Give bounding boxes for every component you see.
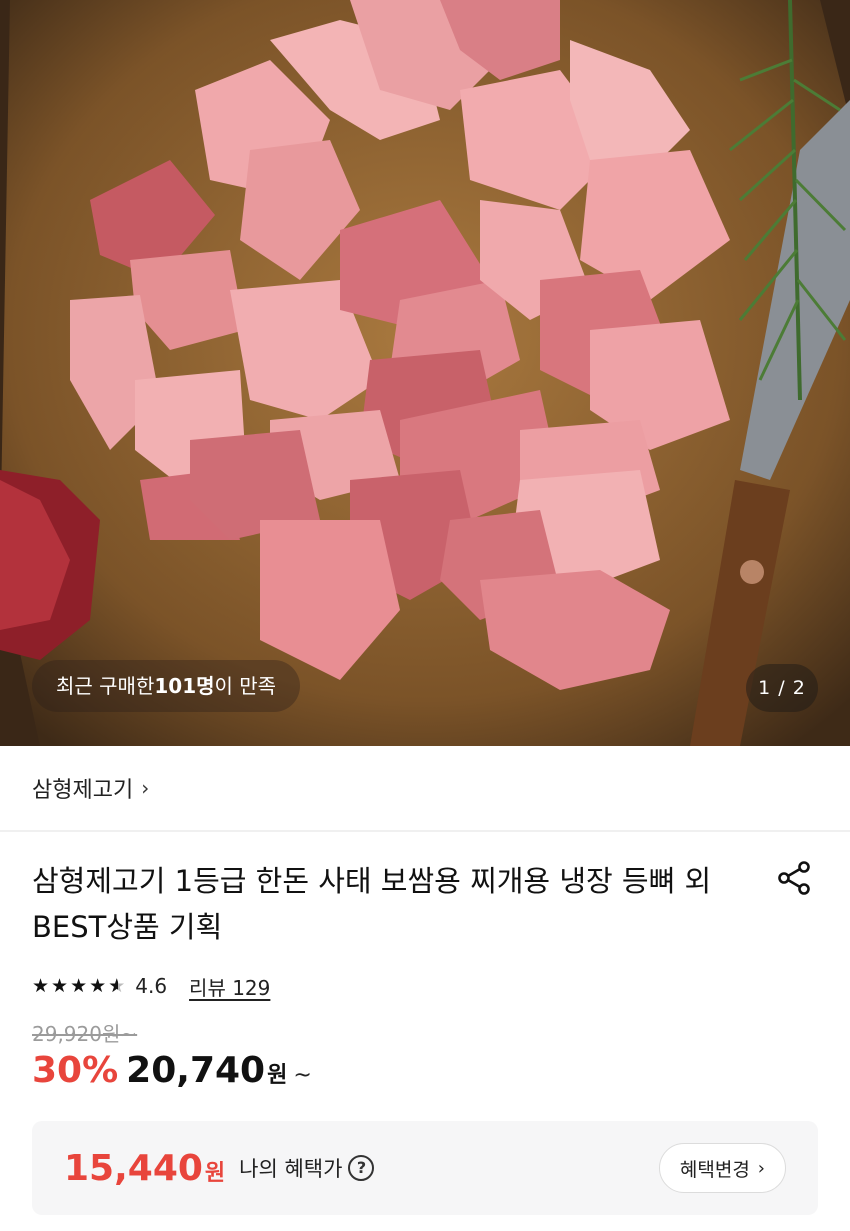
change-benefit-label: 혜택변경 xyxy=(679,1158,750,1181)
badge-prefix: 최근 구매한 xyxy=(56,674,155,698)
chevron-right-icon: › xyxy=(757,1157,765,1179)
image-page-indicator: 1 / 2 xyxy=(746,664,818,712)
half-star-icon: ★ xyxy=(108,975,125,997)
review-count-link[interactable]: 리뷰 129 xyxy=(189,972,270,1001)
product-image[interactable]: 최근 구매한 101명 이 만족 1 / 2 xyxy=(0,0,850,746)
meat-photo xyxy=(0,0,850,746)
benefit-currency-unit: 원 xyxy=(204,1160,226,1186)
rating-row: ★ ★ ★ ★ ★ 4.6 리뷰 129 xyxy=(32,968,270,1004)
original-price: 29,920원~ xyxy=(32,1022,138,1046)
star-icon: ★ xyxy=(70,975,88,997)
change-benefit-button[interactable]: 혜택변경 › xyxy=(658,1143,786,1193)
star-icon: ★ xyxy=(51,975,69,997)
sale-price: 20,740 xyxy=(126,1050,266,1091)
currency-unit: 원 xyxy=(267,1063,288,1088)
price-from-tilde: ~ xyxy=(293,1063,312,1088)
benefit-price: 15,440원 xyxy=(64,1148,225,1189)
badge-suffix: 이 만족 xyxy=(214,674,277,698)
star-icon: ★ xyxy=(32,975,50,997)
discount-rate: 30% xyxy=(32,1050,119,1091)
question-circle-icon[interactable]: ? xyxy=(348,1155,375,1181)
benefit-label-text: 나의 혜택가 xyxy=(239,1157,343,1181)
benefit-price-value: 15,440 xyxy=(64,1147,203,1189)
brand-name: 삼형제고기 xyxy=(32,778,134,803)
badge-count: 101명 xyxy=(154,674,215,698)
rating-stars: ★ ★ ★ ★ ★ xyxy=(32,975,125,997)
share-icon[interactable] xyxy=(776,860,812,896)
my-benefit-price-box: 15,440원 나의 혜택가 ? 혜택변경 › xyxy=(32,1121,818,1215)
chevron-right-icon: › xyxy=(141,776,150,800)
benefit-label: 나의 혜택가 ? xyxy=(239,1153,375,1183)
purchase-satisfaction-badge: 최근 구매한 101명 이 만족 xyxy=(32,660,301,712)
brand-link[interactable]: 삼형제고기 › xyxy=(0,746,850,832)
product-title: 삼형제고기 1등급 한돈 사태 보쌈용 찌개용 냉장 등뼈 외 BEST상품 기… xyxy=(32,864,712,944)
sale-price-row: 30% 20,740 원 ~ xyxy=(32,1050,312,1100)
rating-value: 4.6 xyxy=(135,974,168,998)
star-icon: ★ xyxy=(89,975,107,997)
